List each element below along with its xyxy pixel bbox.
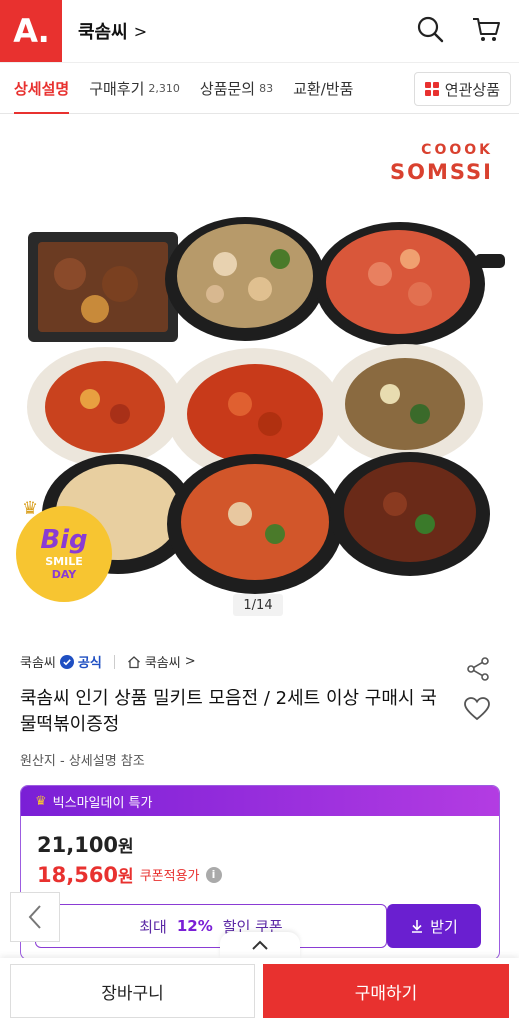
original-price-unit: 원 xyxy=(118,837,134,857)
receive-coupon-button[interactable]: 받기 xyxy=(387,904,481,948)
share-icon[interactable] xyxy=(465,656,491,682)
info-icon[interactable]: i xyxy=(205,866,222,883)
badge-big-text: Big xyxy=(40,525,88,556)
tab-count: 83 xyxy=(259,81,274,95)
tab-label: 상품문의 xyxy=(199,79,256,98)
chevron-right-icon: > xyxy=(133,21,148,41)
search-icon[interactable] xyxy=(415,14,445,44)
detail-tabs: 상세설명 구매후기 2,310 상품문의 83 교환/반품 연관상품 xyxy=(0,62,519,115)
tab-reviews[interactable]: 구매후기 2,310 xyxy=(89,62,180,114)
crown-icon: ♛ xyxy=(35,793,47,809)
coupon-percent: 12% xyxy=(176,917,213,935)
divider xyxy=(113,654,115,669)
tab-exchange-return[interactable]: 교환/반품 xyxy=(293,62,353,114)
sale-price-unit: 원 xyxy=(118,867,134,887)
tab-label: 연관상품 xyxy=(444,80,500,99)
tab-label: 구매후기 xyxy=(89,79,145,98)
promo-header-label: 빅스마일데이 특가 xyxy=(52,795,153,811)
promo-header: ♛ 빅스마일데이 특가 xyxy=(21,786,499,816)
image-pager: 1/14 xyxy=(233,594,283,616)
bottom-action-bar: 장바구니 구매하기 xyxy=(0,958,519,1024)
verified-icon xyxy=(59,654,74,669)
tab-description[interactable]: 상세설명 xyxy=(14,62,70,115)
tab-label: 상세설명 xyxy=(14,79,70,98)
coupon-prefix: 최대 xyxy=(139,917,167,936)
sale-price-value: 18,560 xyxy=(37,863,119,887)
chevron-right-icon: > xyxy=(184,654,196,669)
origin-info: 원산지 - 상세설명 참조 xyxy=(20,754,145,769)
original-price: 21,100원 xyxy=(37,832,134,857)
tab-inquiries[interactable]: 상품문의 83 xyxy=(200,62,273,114)
badge-day-text: DAY xyxy=(51,567,77,581)
expand-bottom-sheet-button[interactable] xyxy=(220,932,300,958)
official-label: 공식 xyxy=(77,656,102,671)
grid-icon xyxy=(424,82,439,96)
seller-name[interactable]: 쿡솜씨 xyxy=(20,652,56,671)
receive-label: 받기 xyxy=(430,917,458,936)
badge-smile-text: SMILE xyxy=(45,555,83,569)
store-name: 쿡솜씨 xyxy=(78,22,128,43)
store-title-link[interactable]: 쿡솜씨 > xyxy=(78,18,147,44)
coupon-banner[interactable]: 최대 12% 할인 쿠폰 xyxy=(35,904,387,948)
top-header: A. 쿡솜씨 > xyxy=(0,0,519,62)
cart-icon[interactable] xyxy=(471,14,501,44)
original-price-value: 21,100 xyxy=(37,833,119,857)
chevron-left-icon xyxy=(28,905,41,929)
sale-price: 18,560원 쿠폰적용가 i xyxy=(37,862,222,887)
tab-count: 2,310 xyxy=(148,81,180,95)
back-button[interactable] xyxy=(10,892,60,942)
home-icon xyxy=(127,655,140,668)
tab-label: 교환/반품 xyxy=(293,79,354,98)
seller-row: 쿡솜씨 공식 쿡솜씨 > xyxy=(20,652,196,671)
app-logo[interactable]: A. xyxy=(0,0,62,62)
buy-now-button[interactable]: 구매하기 xyxy=(263,964,509,1018)
add-to-cart-button[interactable]: 장바구니 xyxy=(10,964,255,1018)
download-icon xyxy=(412,920,423,933)
product-title: 쿡솜씨 인기 상품 밀키트 모음전 / 2세트 이상 구매시 국물떡볶이증정 xyxy=(20,688,437,735)
big-smile-day-badge: Big SMILE DAY xyxy=(16,506,112,602)
product-image-carousel[interactable]: COOOK SOMSSI ♛ Big SMILE DAY 1/14 xyxy=(0,114,519,634)
chevron-up-icon xyxy=(252,940,268,950)
coupon-applied-note: 쿠폰적용가 xyxy=(139,869,200,884)
heart-icon[interactable] xyxy=(463,696,491,722)
store-link[interactable]: 쿡솜씨 xyxy=(145,652,181,671)
tab-related-products[interactable]: 연관상품 xyxy=(413,72,511,106)
